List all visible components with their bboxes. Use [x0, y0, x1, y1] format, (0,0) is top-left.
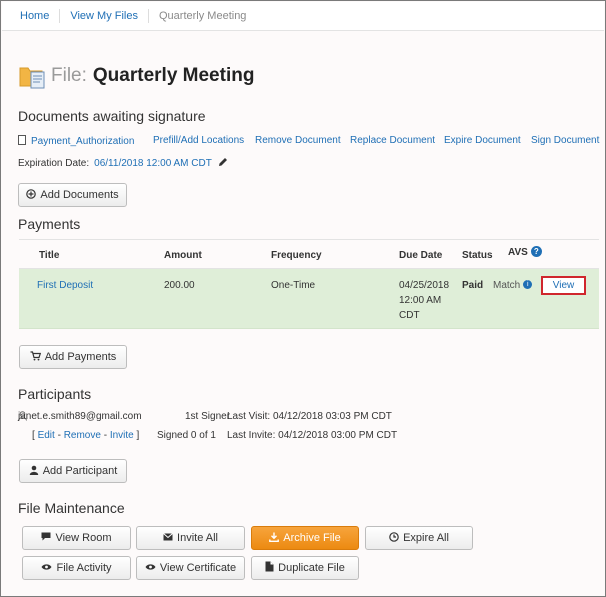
documents-heading: Documents awaiting signature — [18, 108, 206, 124]
archive-file-button[interactable]: Archive File — [251, 526, 359, 550]
payments-table: Title Amount Frequency Due Date Status A… — [19, 239, 599, 329]
view-payment-label: View — [552, 280, 575, 291]
add-payments-label: Add Payments — [44, 351, 117, 363]
app-frame: Home View My Files Quarterly Meeting Fil… — [0, 0, 606, 597]
clock-icon — [389, 531, 399, 545]
payment-title-link[interactable]: First Deposit — [37, 280, 93, 291]
page-title: File: Quarterly Meeting — [19, 63, 254, 89]
remove-link[interactable]: Remove — [64, 430, 101, 441]
participants-heading: Participants — [18, 386, 92, 402]
download-icon — [269, 532, 280, 545]
view-room-label: View Room — [55, 532, 112, 544]
title-prefix: File: — [51, 65, 87, 86]
expire-all-button[interactable]: Expire All — [365, 526, 473, 550]
edit-link[interactable]: Edit — [38, 430, 55, 441]
remove-document-link[interactable]: Remove Document — [255, 135, 341, 146]
view-room-button[interactable]: View Room — [22, 526, 131, 550]
expire-all-label: Expire All — [403, 532, 449, 544]
participant-last-visit: Last Visit: 04/12/2018 03:03 PM CDT — [227, 411, 392, 422]
document-link[interactable]: Payment_Authorization — [31, 136, 134, 147]
document-icon — [18, 135, 26, 145]
pencil-icon[interactable] — [218, 157, 228, 170]
col-amount: Amount — [164, 250, 202, 261]
view-payment-button[interactable]: View — [541, 276, 586, 295]
replace-document-link[interactable]: Replace Document — [350, 135, 435, 146]
payment-due-date-line2: 12:00 AM — [399, 295, 442, 306]
breadcrumb-home[interactable]: Home — [2, 9, 61, 23]
eye-icon — [41, 563, 52, 574]
invite-all-button[interactable]: Invite All — [136, 526, 245, 550]
expiration-row: Expiration Date: 06/11/2018 12:00 AM CDT — [18, 157, 228, 170]
participant-actions: [ Edit - Remove - Invite ] — [32, 430, 140, 441]
user-icon — [29, 465, 39, 478]
invite-all-label: Invite All — [177, 532, 218, 544]
payment-frequency: One-Time — [271, 280, 316, 291]
payments-heading: Payments — [18, 216, 81, 232]
add-documents-button[interactable]: Add Documents — [18, 183, 127, 207]
expiration-date-link[interactable]: 06/11/2018 12:00 AM CDT — [94, 158, 212, 169]
duplicate-file-button[interactable]: Duplicate File — [251, 556, 359, 580]
envelope-icon — [163, 532, 173, 544]
expiration-label: Expiration Date: — [18, 158, 90, 169]
view-certificate-label: View Certificate — [159, 562, 237, 574]
document-item: Payment_Authorization — [18, 135, 134, 147]
col-title: Title — [39, 250, 60, 261]
payment-status: Paid — [462, 280, 484, 291]
col-due-date: Due Date — [399, 250, 443, 261]
expire-document-link[interactable]: Expire Document — [444, 135, 521, 146]
breadcrumb: Home View My Files Quarterly Meeting — [2, 2, 604, 31]
info-icon[interactable]: i — [523, 280, 533, 289]
add-payments-button[interactable]: Add Payments — [19, 345, 127, 369]
plus-circle-icon — [26, 188, 37, 202]
cart-icon — [30, 350, 41, 364]
file-name-title: Quarterly Meeting — [92, 65, 255, 86]
duplicate-file-label: Duplicate File — [278, 562, 345, 574]
payment-due-date-line1: 04/25/2018 — [399, 280, 450, 291]
payment-due-date-line3: CDT — [399, 310, 420, 321]
table-row: First Deposit 200.00 One-Time 04/25/2018… — [19, 269, 599, 329]
sign-document-link[interactable]: Sign Document — [531, 135, 599, 146]
col-status: Status — [462, 250, 493, 261]
payment-amount: 200.00 — [164, 280, 195, 291]
participant-email: janet.e.smith89@gmail.com — [18, 411, 142, 422]
payment-avs: Match i — [493, 280, 533, 291]
breadcrumb-current: Quarterly Meeting — [159, 10, 247, 22]
payments-table-header: Title Amount Frequency Due Date Status A… — [19, 239, 599, 269]
help-icon[interactable]: ? — [530, 246, 542, 257]
file-icon — [265, 561, 274, 575]
eye-icon — [145, 563, 156, 574]
add-documents-label: Add Documents — [40, 189, 119, 201]
comment-icon — [41, 532, 51, 544]
col-frequency: Frequency — [271, 250, 322, 261]
add-participant-label: Add Participant — [42, 465, 118, 477]
add-participant-button[interactable]: Add Participant — [19, 459, 127, 483]
breadcrumb-view-my-files[interactable]: View My Files — [60, 9, 149, 23]
invite-link[interactable]: Invite — [110, 430, 134, 441]
file-activity-label: File Activity — [56, 562, 112, 574]
participant-last-invite: Last Invite: 04/12/2018 03:00 PM CDT — [227, 430, 398, 441]
file-maintenance-heading: File Maintenance — [18, 500, 125, 516]
file-folder-icon — [19, 63, 47, 89]
file-activity-button[interactable]: File Activity — [22, 556, 131, 580]
archive-file-label: Archive File — [283, 532, 341, 544]
col-avs: AVS? — [508, 246, 542, 258]
participant-role: 1st Signer — [185, 411, 231, 422]
prefill-add-locations-link[interactable]: Prefill/Add Locations — [153, 135, 244, 146]
participant-signed: Signed 0 of 1 — [157, 430, 216, 441]
view-certificate-button[interactable]: View Certificate — [136, 556, 245, 580]
